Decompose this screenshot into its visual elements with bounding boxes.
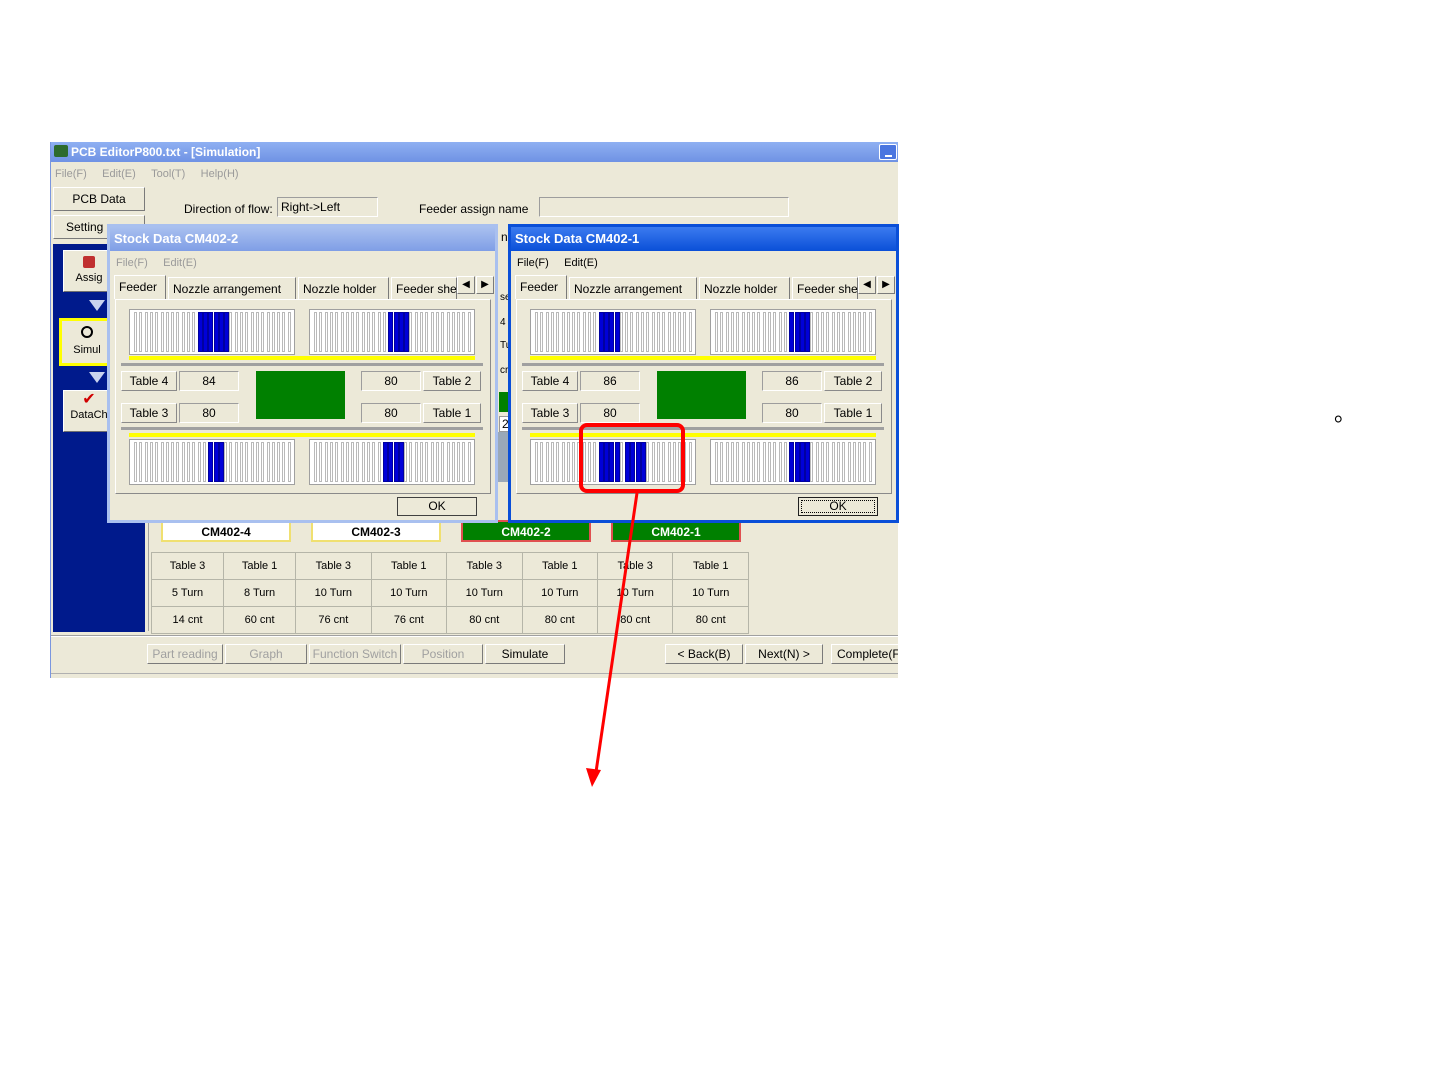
callout-arrow-line (594, 492, 639, 773)
callout-arrow (586, 492, 639, 787)
callout-arrow-head (586, 768, 601, 787)
annotation-mark: 。 (1334, 402, 1357, 427)
